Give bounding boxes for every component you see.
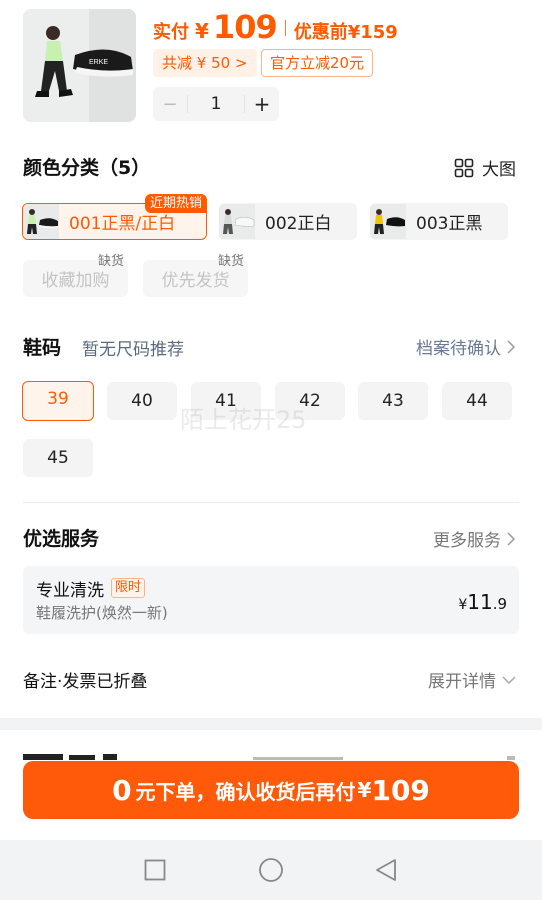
size-option-42[interactable]: 42 — [275, 382, 345, 420]
color-swatch-003 — [370, 204, 406, 239]
limited-time-badge: 限时 — [111, 578, 146, 598]
quantity-stepper: − 1 + — [153, 87, 279, 121]
quantity-increase-button[interactable]: + — [245, 92, 279, 116]
chevron-right-icon — [507, 339, 515, 354]
home-button[interactable] — [241, 840, 301, 900]
before-discount-price: ¥159 — [347, 22, 398, 43]
cta-yen: ¥ — [357, 778, 372, 802]
color-label-002: 002正白 — [265, 214, 332, 234]
quantity-decrease-button[interactable]: − — [153, 94, 187, 115]
cleaning-service-card[interactable]: 专业清洗 限时 鞋履洗护(焕然一新) ¥11.9 — [23, 566, 519, 634]
hot-selling-badge: 近期热销 — [144, 194, 207, 213]
before-discount-label: 优惠前 — [293, 22, 348, 43]
color-label-priority-ship: 优先发货 — [161, 271, 230, 291]
expand-details-toggle[interactable]: 展开详情 — [428, 667, 516, 692]
color-option-001[interactable]: 001正黑/正白 近期热销 — [22, 194, 207, 240]
chevron-down-icon — [502, 675, 516, 684]
chevron-right-icon — [507, 531, 515, 546]
quantity-value[interactable]: 1 — [188, 94, 244, 114]
more-services-link[interactable]: 更多服务 — [433, 526, 515, 551]
expand-label: 展开详情 — [428, 672, 496, 692]
square-icon — [144, 859, 166, 881]
out-of-stock-badge: 缺货 — [97, 254, 124, 269]
big-view-label: 大图 — [482, 160, 516, 180]
size-section-title: 鞋码 — [23, 337, 62, 359]
service-price-int: 11 — [467, 590, 493, 614]
service-price-yen: ¥ — [458, 597, 468, 613]
discount-detail-tag[interactable]: 共减 ¥ 50 > — [153, 49, 257, 77]
price-row: 实付 ¥ 109 优惠前 ¥159 — [153, 8, 398, 48]
color-option-003[interactable]: 003正黑 — [370, 203, 508, 240]
currency-symbol: ¥ — [195, 19, 209, 43]
service-description: 鞋履洗护(焕然一新) — [36, 604, 168, 622]
svg-text:ERKE: ERKE — [89, 59, 108, 66]
hidden-section-peek — [23, 742, 519, 762]
color-option-priority-ship[interactable]: 优先发货 缺货 — [143, 254, 248, 297]
back-button[interactable] — [356, 840, 416, 900]
color-option-002[interactable]: 002正白 — [219, 203, 357, 240]
size-recommend-tip: 暂无尺码推荐 — [82, 340, 184, 360]
remark-invoice-label: 备注·发票已折叠 — [23, 672, 148, 692]
color-section-title: 颜色分类（5） — [23, 157, 151, 179]
color-swatch-001 — [23, 204, 59, 239]
official-discount-tag: 官方立减20元 — [261, 49, 374, 77]
paid-label: 实付 — [153, 22, 189, 43]
cta-zero: 0 — [112, 773, 132, 807]
service-price-dec: .9 — [492, 595, 507, 613]
cta-text: 元下单，确认收货后再付 — [135, 779, 356, 804]
more-services-label: 更多服务 — [433, 531, 501, 551]
back-triangle-icon — [376, 859, 396, 881]
color-option-favorite[interactable]: 收藏加购 缺货 — [23, 254, 128, 297]
system-navigation-bar — [0, 840, 542, 900]
cta-amount: 109 — [371, 773, 430, 807]
product-thumbnail[interactable]: ERKE — [23, 9, 136, 122]
recent-apps-button[interactable] — [125, 840, 185, 900]
size-option-45[interactable]: 45 — [23, 439, 93, 477]
color-label-003: 003正黑 — [416, 214, 483, 234]
big-view-toggle[interactable]: 大图 — [454, 155, 516, 180]
size-option-40[interactable]: 40 — [107, 382, 177, 420]
size-option-41[interactable]: 41 — [191, 382, 261, 420]
paid-price: 109 — [212, 8, 278, 46]
size-option-43[interactable]: 43 — [358, 382, 428, 420]
circle-icon — [259, 858, 283, 882]
place-order-button[interactable]: 0 元下单，确认收货后再付 ¥ 109 — [23, 761, 519, 819]
service-name: 专业清洗 — [36, 581, 104, 601]
size-option-39[interactable]: 39 — [22, 381, 94, 421]
section-gap — [0, 718, 542, 730]
service-price: ¥11.9 — [458, 590, 507, 614]
size-archive-link[interactable]: 档案待确认 — [416, 334, 515, 359]
section-divider — [23, 502, 519, 503]
color-label-favorite: 收藏加购 — [41, 271, 110, 291]
price-separator — [284, 20, 286, 36]
out-of-stock-badge: 缺货 — [217, 254, 244, 269]
service-section-title: 优选服务 — [23, 528, 100, 550]
archive-label: 档案待确认 — [416, 339, 501, 359]
color-swatch-002 — [219, 204, 255, 239]
grid-icon — [454, 158, 474, 177]
size-option-44[interactable]: 44 — [442, 382, 512, 420]
